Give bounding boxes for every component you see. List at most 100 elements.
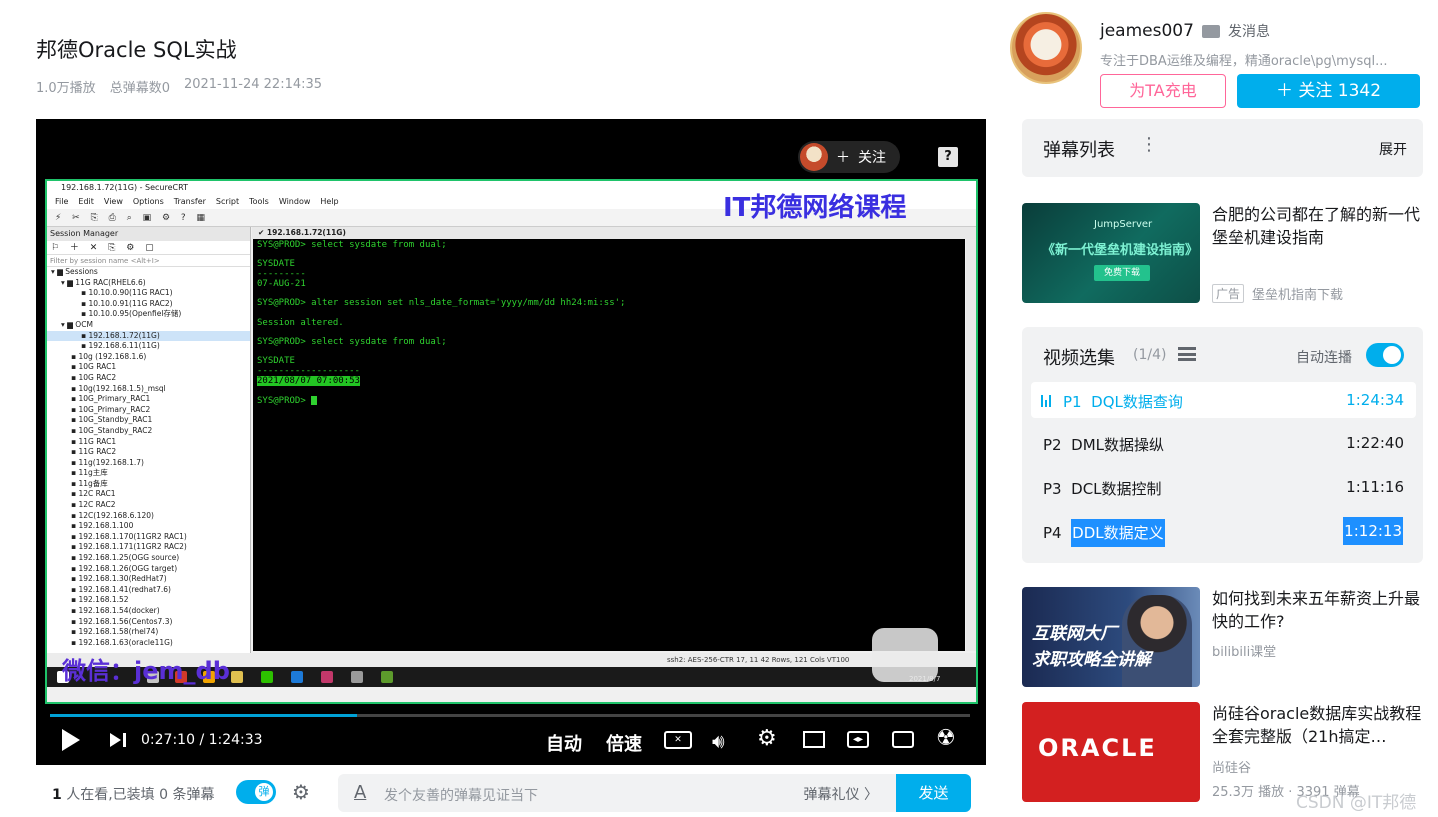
duration: 1:24:33 xyxy=(208,732,263,748)
fullscreen-icon[interactable]: ☢ xyxy=(936,726,956,751)
uploader-mini-avatar xyxy=(800,143,828,171)
crt-menu-item: Window xyxy=(278,197,311,206)
crt-menu-item: Tools xyxy=(249,197,269,206)
expand-button[interactable]: 展开 xyxy=(1379,139,1407,159)
session-item: ▪ 10G_Standby_RAC1 xyxy=(71,415,153,425)
terminal-cursor xyxy=(311,396,318,405)
plus-icon: ＋ xyxy=(836,150,850,166)
danmaku-placeholder: 发个友善的弹幕见证当下 xyxy=(384,788,538,804)
episode-name: DQL数据查询 xyxy=(1091,393,1183,411)
danmaku-toggle[interactable]: 弹 xyxy=(236,780,276,804)
subtitle-off-icon[interactable]: ✕ xyxy=(664,731,692,749)
oracle-logo: ORACLE xyxy=(1038,734,1157,762)
terminal-line: SYSDATE xyxy=(257,356,295,367)
avatar[interactable] xyxy=(1010,12,1082,84)
rec-title-2[interactable]: 尚硅谷oracle数据库实战教程全套完整版（21h搞定… xyxy=(1212,702,1424,748)
publish-date: 2021-11-24 22:14:35 xyxy=(183,77,323,92)
danmaku-settings-icon[interactable]: ⚙ xyxy=(292,780,322,806)
terminal-line: SYS@PROD> select sysdate from dual; xyxy=(257,336,447,347)
current-time: 0:27:10 xyxy=(141,732,195,748)
session-item: ▪ 192.168.1.171(11GR2 RAC2) xyxy=(71,542,187,552)
crt-menu-item: File xyxy=(55,197,69,206)
uploader-name[interactable]: jeames007 xyxy=(1100,21,1194,41)
ad-image-title: 《新一代堡垒机建设指南》 xyxy=(1042,243,1199,258)
episode-item-p4[interactable]: P4 DDL数据定义 1:12:13 xyxy=(1031,513,1416,549)
ad-image-brand: JumpServer xyxy=(1094,219,1153,230)
player-follow-button[interactable]: ＋ 关注 xyxy=(798,141,900,173)
episode-item-p1[interactable]: P1 DQL数据查询 1:24:34 xyxy=(1031,382,1416,418)
widescreen-icon[interactable]: ◂▸ xyxy=(847,731,869,748)
pip-icon[interactable] xyxy=(803,731,825,748)
episode-item-p3[interactable]: P3 DCL数据控制 1:11:16 xyxy=(1031,469,1416,505)
session-manager: Session Manager ⚐ ＋ ✕ ⎘ ⚙ ▢ Filter by se… xyxy=(47,227,251,653)
session-item: ▪ 192.168.1.58(rhel74) xyxy=(71,627,159,637)
session-item: ▪ 192.168.1.63(oracle11G) xyxy=(71,637,173,647)
session-list: ▾ ▆ Sessions ▾ ▆ 11G RAC(RHEL6.6) ▪ 10.10.… xyxy=(47,267,250,648)
session-item: ▪ 12C(192.168.6.120) xyxy=(71,510,154,520)
follow-button[interactable]: ＋ 关注 1342 xyxy=(1237,74,1420,108)
episode-number: P1 xyxy=(1063,393,1082,411)
settings-gear-icon[interactable]: ⚙ xyxy=(757,726,777,751)
danmaku-input[interactable]: A 发个友善的弹幕见证当下 弹幕礼仪 〉 xyxy=(338,774,898,812)
volume-icon[interactable]: 🔊︎ xyxy=(712,729,725,753)
rec-title-1[interactable]: 如何找到未来五年薪资上升最快的工作? xyxy=(1212,587,1424,633)
terminal-line: SYS@PROD> xyxy=(257,396,961,406)
crt-menu-item: Script xyxy=(215,197,240,206)
ad-thumbnail[interactable]: JumpServer 《新一代堡垒机建设指南》 免费下载 xyxy=(1022,203,1200,303)
ad-title[interactable]: 合肥的公司都在了解的新一代堡垒机建设指南 xyxy=(1212,203,1424,249)
viewer-number: 1 xyxy=(52,787,62,803)
episode-number: P4 xyxy=(1043,524,1062,542)
time-separator: / xyxy=(199,732,205,748)
danmaku-list-panel[interactable]: 弹幕列表 ⋮ 展开 xyxy=(1022,119,1423,177)
session-item: ▪ 11G RAC2 xyxy=(71,447,117,457)
terminal-scrollbar xyxy=(966,239,976,651)
crt-menu-item: Transfer xyxy=(173,197,206,206)
brand-overlay: IT邦德网络课程 xyxy=(723,193,907,223)
session-item: ▪ 10G RAC1 xyxy=(71,362,117,372)
more-icon[interactable]: ⋮ xyxy=(1140,134,1158,155)
autoplay-toggle[interactable] xyxy=(1366,343,1404,367)
session-item: ▪ 192.168.1.170(11GR2 RAC1) xyxy=(71,531,187,541)
rec-thumbnail-1[interactable]: 互联网大厂 求职攻略全讲解 xyxy=(1022,587,1200,687)
session-item: ▪ 10g (192.168.1.6) xyxy=(71,351,147,361)
session-item: ▪ 10.10.0.90(11G RAC1) xyxy=(81,288,173,298)
episode-duration: 1:22:40 xyxy=(1346,434,1404,452)
session-item: ▪ 192.168.6.11(11G) xyxy=(81,341,160,351)
text-style-icon[interactable]: A xyxy=(354,782,366,803)
quality-button[interactable]: 自动 xyxy=(546,730,582,756)
autoplay-label: 自动连播 xyxy=(1296,350,1352,366)
video-frame: 192.168.1.72(11G) - SecureCRT File Edit Vi… xyxy=(45,179,978,704)
help-icon[interactable]: ? xyxy=(938,147,958,167)
play-count: 1.0万播放 xyxy=(36,81,96,96)
rec-author-2[interactable]: 尚硅谷 xyxy=(1212,757,1251,776)
danmaku-text: 条弹幕 xyxy=(172,787,215,803)
rec-thumbnail-2[interactable]: ORACLE xyxy=(1022,702,1200,802)
terminal-line: SYSDATE xyxy=(257,259,295,270)
rec-thumb-line-2: 求职攻略全讲解 xyxy=(1032,650,1151,670)
session-item: ▪ 12C RAC2 xyxy=(71,500,116,510)
terminal-line: SYS@PROD> alter session set nls_date_for… xyxy=(257,298,626,309)
next-icon[interactable] xyxy=(110,733,121,747)
charge-button[interactable]: 为TA充电 xyxy=(1100,74,1226,108)
terminal-line: 2021/08/07 07:00:53 xyxy=(257,375,360,386)
episode-item-p2[interactable]: P2 DML数据操纵 1:22:40 xyxy=(1031,425,1416,461)
web-fullscreen-icon[interactable] xyxy=(892,731,914,748)
speed-button[interactable]: 倍速 xyxy=(606,730,642,756)
session-item: ▾ ▆ 11G RAC(RHEL6.6) xyxy=(61,277,146,287)
list-view-icon[interactable] xyxy=(1178,347,1196,361)
episode-count: (1/4) xyxy=(1133,347,1167,363)
ad-image-button: 免费下载 xyxy=(1094,265,1150,281)
send-button[interactable]: 发送 xyxy=(896,774,971,812)
message-button[interactable]: 发消息 xyxy=(1202,21,1270,41)
danmaku-etiquette-link[interactable]: 弹幕礼仪 〉 xyxy=(804,784,878,804)
ad-source: 堡垒机指南下载 xyxy=(1252,288,1344,303)
taskbar-app-icon xyxy=(291,671,303,683)
play-icon[interactable] xyxy=(62,729,80,751)
session-item: ▪ 12C RAC1 xyxy=(71,489,116,499)
rec-author-1[interactable]: bilibili课堂 xyxy=(1212,641,1276,660)
session-item: ▪ 192.168.1.56(Centos7.3) xyxy=(71,616,173,626)
session-item: ▪ 10G_Standby_RAC2 xyxy=(71,425,153,435)
